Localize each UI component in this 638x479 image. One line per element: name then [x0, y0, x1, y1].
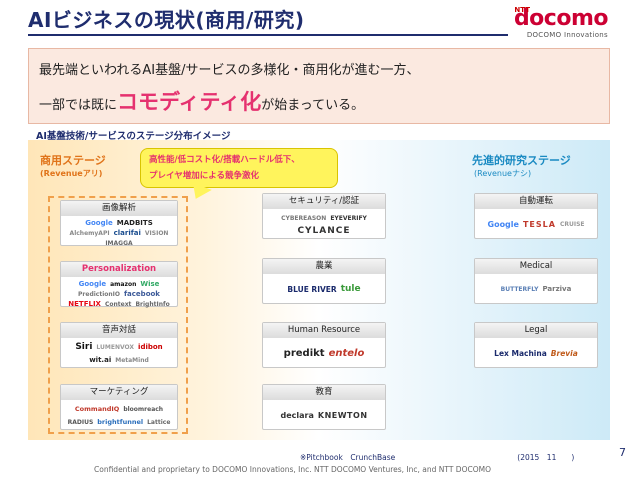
- logo-brevia: Brevia: [550, 349, 578, 358]
- logo-ntt: NTT: [514, 6, 530, 14]
- card-label: セキュリティ/認証: [263, 194, 385, 209]
- card-label: マーケティング: [61, 385, 177, 400]
- card-education: 教育 declara KNEWTON: [262, 384, 386, 430]
- logo-commandiq: CommandIQ: [74, 404, 120, 413]
- bubble-line1: 高性能/低コスト化/搭載ハードル低下、: [149, 155, 300, 165]
- card-voice-dialog: 音声対話 Siri LUMENVOX idibon wit.ai MetaMin…: [60, 322, 178, 368]
- card-logos: Siri LUMENVOX idibon wit.ai MetaMind: [61, 338, 177, 369]
- card-agriculture: 農業 BLUE RIVER tule: [262, 258, 386, 304]
- footer-source-text: ※Pitchbook CrunchBase: [300, 453, 396, 462]
- card-logos: CYBEREASON EYEVERIFY CYLANCE: [263, 209, 385, 240]
- footer-date: (2015 11 ): [517, 453, 575, 462]
- card-label: 教育: [263, 385, 385, 400]
- callout-line2: 一部では既にコモディティ化が始まっている。: [39, 86, 599, 116]
- stage-research-title: 先進的研究ステージ: [472, 154, 571, 167]
- logo-entelo: entelo: [328, 348, 365, 359]
- logo-lumenvox: LUMENVOX: [96, 343, 135, 351]
- stage-commercial-sub: (Revenueアリ): [40, 169, 103, 178]
- card-medical: Medical BUTTERFLY Parziva: [474, 258, 598, 304]
- card-label: 自動運転: [475, 194, 597, 209]
- logo-witai: wit.ai: [89, 355, 112, 364]
- footer-copyright: Confidential and proprietary to DOCOMO I…: [94, 465, 491, 474]
- logo-knewton: KNEWTON: [317, 411, 368, 420]
- docomo-logo: NTT docomo DOCOMO Innovations: [514, 6, 609, 39]
- logo-predictionio: PredictionIO: [78, 291, 121, 298]
- logo-idibon: idibon: [138, 342, 163, 351]
- summary-callout: 最先端といわれるAI基盤/サービスの多様化・商用化が進む一方、 一部では既にコモ…: [28, 48, 610, 124]
- logo-bloomreach: bloomreach: [123, 405, 164, 413]
- bubble-line2: プレイヤ増加による競争激化: [149, 171, 259, 181]
- logo-alchemyapi: AlchemyAPI: [69, 230, 110, 237]
- card-logos: BLUE RIVER tule: [263, 274, 385, 305]
- logo-tesla: TESLA: [522, 220, 556, 229]
- card-logos: Google amazon Wise PredictionIO facebook…: [61, 277, 177, 308]
- logo-facebook: facebook: [124, 290, 160, 298]
- card-logos: Google MADBITS AlchemyAPI clarifai VISIO…: [61, 216, 177, 247]
- card-label: Medical: [475, 259, 597, 274]
- card-logos: declara KNEWTON: [263, 400, 385, 431]
- logo-eyeverify: EYEVERIFY: [330, 214, 367, 222]
- card-legal: Legal Lex Machina Brevia: [474, 322, 598, 368]
- card-image-analysis: 画像解析 Google MADBITS AlchemyAPI clarifai …: [60, 200, 178, 247]
- card-logos: BUTTERFLY Parziva: [475, 274, 597, 305]
- logo-amazon: amazon: [110, 281, 137, 288]
- logo-netflix: NETFLIX: [68, 300, 101, 308]
- logo-cylance: CYLANCE: [297, 225, 351, 236]
- logo-google: Google: [85, 219, 113, 227]
- card-label: Human Resource: [263, 323, 385, 338]
- stage-research-sub: (Revenueナシ): [474, 169, 532, 178]
- card-logos: Google TESLA CRUISE: [475, 209, 597, 240]
- logo-google: Google: [78, 280, 107, 288]
- logo-brightinfo: BrightInfo: [135, 301, 170, 308]
- logo-wise: Wise: [140, 280, 160, 288]
- logo-radius: RADIUS: [67, 418, 94, 426]
- logo-declara: declara: [280, 411, 314, 420]
- card-label: Personalization: [61, 262, 177, 277]
- logo-imagga: IMAGGA: [105, 240, 133, 247]
- logo-clarifai: clarifai: [113, 229, 141, 237]
- card-label: Legal: [475, 323, 597, 338]
- logo-madbits: MADBITS: [116, 219, 153, 227]
- logo-cruise: CRUISE: [559, 221, 585, 228]
- card-security: セキュリティ/認証 CYBEREASON EYEVERIFY CYLANCE: [262, 193, 386, 239]
- competition-bubble: 高性能/低コスト化/搭載ハードル低下、 プレイヤ増加による競争激化: [140, 148, 338, 188]
- logo-brightfunnel: brightfunnel: [97, 417, 144, 426]
- logo-context: Context: [104, 301, 132, 308]
- callout-line2-suffix: が始まっている。: [261, 98, 365, 113]
- card-autonomous-driving: 自動運転 Google TESLA CRUISE: [474, 193, 598, 239]
- page-number: 7: [619, 446, 626, 459]
- callout-line2-prefix: 一部では既に: [39, 98, 118, 113]
- logo-predikt: predikt: [283, 348, 325, 359]
- logo-tule: tule: [340, 284, 361, 294]
- footer-source: ※Pitchbook CrunchBase (2015 11 ): [300, 452, 574, 463]
- logo-lattice: Lattice: [147, 418, 171, 426]
- card-marketing: マーケティング CommandIQ bloomreach RADIUS brig…: [60, 384, 178, 430]
- logo-lexmachina: Lex Machina: [494, 349, 547, 358]
- card-logos: CommandIQ bloomreach RADIUS brightfunnel…: [61, 400, 177, 431]
- logo-siri: Siri: [75, 341, 93, 352]
- card-personalization: Personalization Google amazon Wise Predi…: [60, 261, 178, 308]
- callout-highlight: コモディティ化: [117, 90, 262, 114]
- logo-butterfly: BUTTERFLY: [500, 286, 539, 293]
- card-label: 農業: [263, 259, 385, 274]
- card-logos: predikt entelo: [263, 338, 385, 369]
- stage-commercial-title: 商用ステージ: [40, 154, 106, 167]
- page-title: AIビジネスの現状(商用/研究): [28, 8, 305, 32]
- logo-vision: VISION: [144, 230, 169, 237]
- title-rule: [28, 34, 508, 36]
- logo-parziva: Parziva: [542, 285, 572, 293]
- logo-sub: DOCOMO Innovations: [526, 31, 608, 39]
- logo-cybereason: CYBEREASON: [281, 214, 327, 222]
- card-label: 音声対話: [61, 323, 177, 338]
- logo-blueriver: BLUE RIVER: [287, 285, 337, 294]
- logo-google: Google: [487, 220, 519, 229]
- card-label: 画像解析: [61, 201, 177, 216]
- card-human-resource: Human Resource predikt entelo: [262, 322, 386, 368]
- logo-metamind: MetaMind: [115, 356, 149, 364]
- card-logos: Lex Machina Brevia: [475, 338, 597, 369]
- callout-line1: 最先端といわれるAI基盤/サービスの多様化・商用化が進む一方、: [39, 63, 420, 78]
